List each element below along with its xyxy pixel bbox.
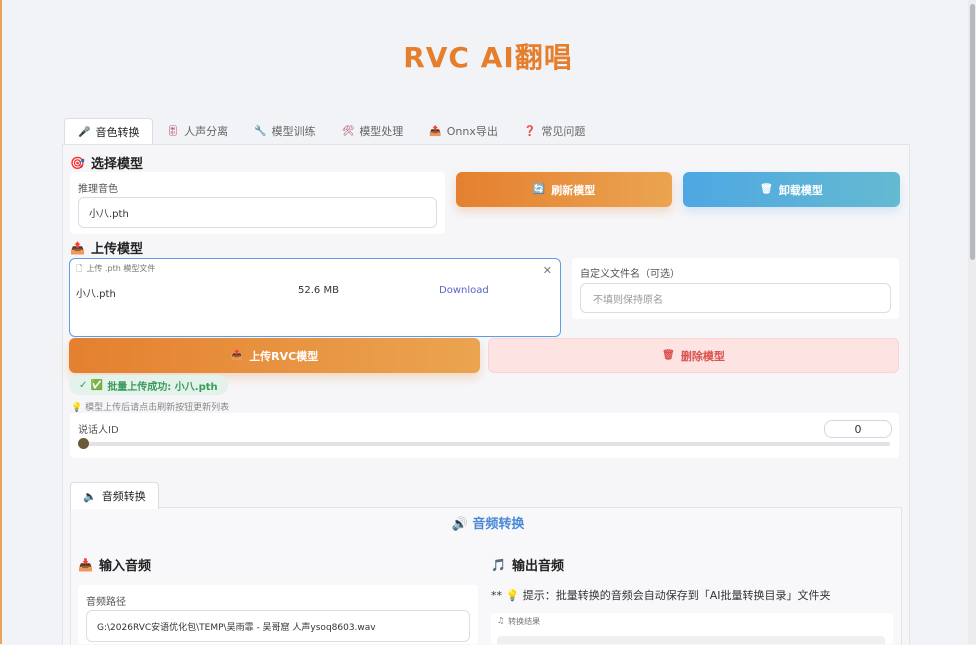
tab-model-training[interactable]: 🔧 模型训练: [241, 118, 328, 144]
tab-voice-convert[interactable]: 🎤 音色转换: [64, 118, 154, 145]
subtab-audio-convert[interactable]: 🔈 音频转换: [70, 482, 159, 509]
tab-label: 人声分离: [184, 125, 229, 138]
speaker-id-slider-thumb[interactable]: [78, 438, 89, 449]
tab-label: Onnx导出: [446, 125, 498, 138]
tab-faq[interactable]: ❓ 常见问题: [511, 118, 598, 144]
delete-model-button[interactable]: 🗑 删除模型: [488, 338, 899, 373]
custom-name-label: 自定义文件名（可选）: [580, 269, 680, 280]
upload-hint: 💡 模型上传后请点击刷新按钮更新列表: [71, 400, 229, 413]
refresh-model-label: 刷新模型: [551, 183, 596, 197]
result-label: 转换结果: [508, 617, 541, 626]
unload-model-label: 卸载模型: [778, 183, 823, 197]
download-link[interactable]: Download: [439, 285, 489, 296]
tab-vocal-separation[interactable]: 🎚 人声分离: [153, 118, 241, 144]
page-scrollbar[interactable]: [968, 0, 976, 644]
tab-label: 音色转换: [95, 126, 140, 139]
success-text: 批量上传成功: 小八.pth: [107, 381, 218, 393]
custom-name-placeholder: 不填则保持原名: [593, 294, 663, 306]
upload-icon: 📤: [70, 240, 85, 255]
audio-convert-heading: 🔊 音频转换: [0, 513, 976, 532]
file-icon: 🗋: [76, 264, 83, 273]
question-icon: ❓: [523, 125, 537, 137]
export-icon: 📤: [429, 125, 442, 137]
close-icon[interactable]: ✕: [543, 264, 552, 277]
batch-save-tip: ** 💡 提示：批量转换的音频会自动保存到「AI批量转换目录」文件夹: [491, 589, 831, 602]
target-icon: 🎯: [70, 155, 85, 170]
music-note-icon: ♫: [497, 616, 505, 625]
uploaded-file-size: 52.6 MB: [298, 285, 339, 296]
trash-icon: 🗑: [662, 350, 675, 361]
voice-select-dropdown[interactable]: 小八.pth: [78, 197, 437, 228]
tab-label: 常见问题: [541, 125, 586, 138]
split-icon: 🎚: [166, 125, 180, 137]
result-header: ♫ 转换结果: [497, 616, 540, 627]
window-edge: [0, 0, 2, 644]
lightbulb-icon: 💡: [71, 403, 86, 413]
delete-button-label: 删除模型: [680, 349, 725, 363]
audio-path-value: G:\2026RVC安语优化包\TEMP\吴雨霏 - 吴哥窟 人声ysoq860…: [97, 622, 376, 633]
upload-button-label: 上传RVC模型: [249, 349, 319, 363]
result-audio-player[interactable]: [497, 636, 885, 644]
tab-onnx-export[interactable]: 📤 Onnx导出: [416, 118, 511, 144]
refresh-icon: 🔄: [532, 184, 546, 195]
input-audio-heading: 📥 输入音频: [78, 555, 151, 575]
audio-path-label: 音频路径: [86, 597, 126, 608]
speaker-card: [70, 413, 899, 458]
custom-name-input[interactable]: 不填则保持原名: [580, 283, 891, 313]
output-audio-heading: 🎵 输出音频: [491, 555, 564, 575]
speaker-id-slider[interactable]: [80, 442, 890, 446]
microphone-icon: 🎤: [78, 126, 91, 138]
tab-label: 模型训练: [271, 125, 316, 138]
subtab-label: 音频转换: [101, 490, 146, 503]
model-file-dropzone[interactable]: 🗋 上传 .pth 模型文件 ✕ 小八.pth 52.6 MB Download: [69, 258, 561, 337]
voice-select-label: 推理音色: [78, 184, 118, 195]
speaker-id-number[interactable]: 0: [824, 420, 892, 438]
app-title: RVC AI翻唱: [403, 41, 573, 74]
speaker-icon: 🔈: [83, 489, 97, 503]
dropzone-header: 🗋 上传 .pth 模型文件: [76, 263, 155, 277]
trash-icon: 🗑: [760, 184, 773, 195]
select-model-title: 选择模型: [90, 157, 143, 172]
input-audio-title: 输入音频: [98, 559, 151, 574]
uploaded-file-name: 小八.pth: [76, 289, 116, 300]
train-icon: 🔧: [254, 125, 267, 137]
speaker-icon: 🔊: [451, 517, 473, 532]
music-note-icon: 🎵: [491, 557, 506, 572]
upload-rvc-model-button[interactable]: 📤 上传RVC模型: [69, 338, 480, 373]
select-model-heading: 🎯 选择模型: [70, 153, 143, 173]
hint-text: 模型上传后请点击刷新按钮更新列表: [85, 403, 230, 413]
tools-icon: 🛠: [341, 125, 355, 137]
audio-path-input[interactable]: G:\2026RVC安语优化包\TEMP\吴雨霏 - 吴哥窟 人声ysoq860…: [86, 610, 470, 642]
voice-select-value: 小八.pth: [89, 209, 129, 220]
upload-icon: 📥: [78, 557, 93, 572]
output-audio-title: 输出音频: [511, 559, 564, 574]
upload-model-heading: 📤 上传模型: [70, 238, 143, 258]
dropzone-label: 上传 .pth 模型文件: [86, 264, 156, 273]
check-icon: ✓ ✅: [79, 379, 104, 391]
unload-model-button[interactable]: 🗑 卸载模型: [683, 172, 900, 207]
upload-icon: 📤: [230, 350, 244, 361]
main-tabs: 🎤 音色转换 🎚 人声分离 🔧 模型训练 🛠 模型处理 📤 Onnx导出 ❓ 常见问题: [64, 118, 598, 145]
refresh-model-button[interactable]: 🔄 刷新模型: [456, 172, 672, 207]
upload-model-title: 上传模型: [90, 242, 143, 257]
tab-model-processing[interactable]: 🛠 模型处理: [329, 118, 417, 144]
audio-convert-title: 音频转换: [472, 517, 525, 532]
upload-success-badge: ✓ ✅ 批量上传成功: 小八.pth: [69, 375, 228, 395]
tab-label: 模型处理: [359, 125, 404, 138]
speaker-id-label: 说话人ID: [78, 425, 119, 436]
